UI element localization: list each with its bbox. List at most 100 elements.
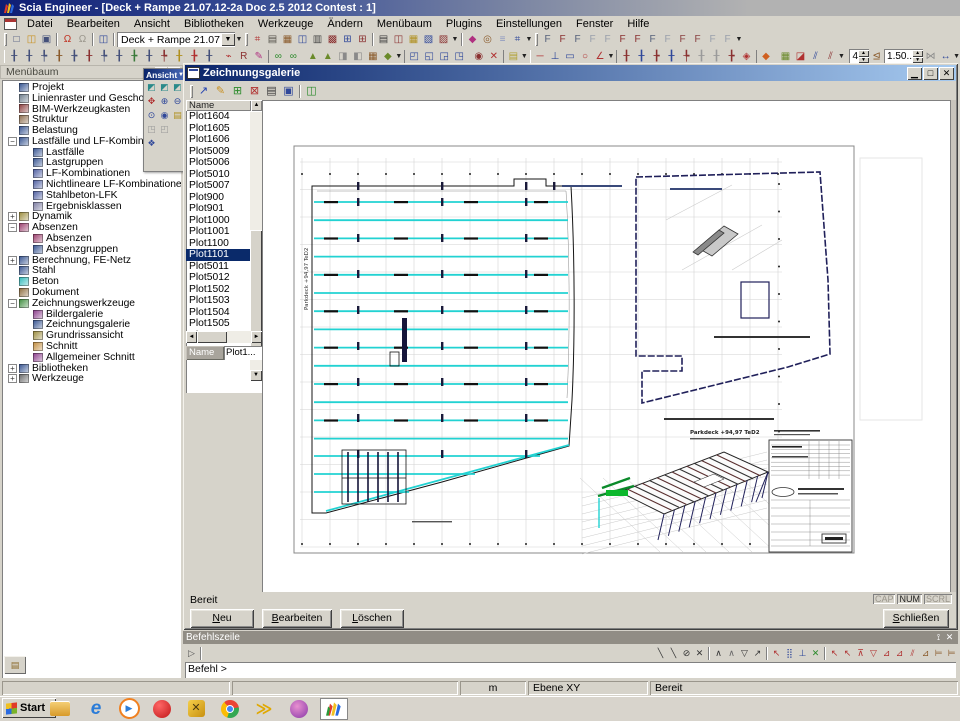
menu-werkzeuge[interactable]: Werkzeuge <box>251 17 320 31</box>
plot-item-plot1605[interactable]: Plot1605 <box>186 123 251 135</box>
internet-explorer-icon[interactable]: e <box>84 698 108 719</box>
win-2-icon[interactable]: ◱ <box>422 50 437 64</box>
scale-spinner[interactable]: 1.50..▲▼ <box>884 49 923 64</box>
collapse-icon[interactable]: − <box>8 299 17 308</box>
scroll-down-icon[interactable]: ▼ <box>250 370 262 381</box>
scroll-right-icon[interactable]: ► <box>251 331 262 343</box>
plot-item-plot1001[interactable]: Plot1001 <box>186 226 251 238</box>
plot-item-plot5011[interactable]: Plot5011 <box>186 261 251 273</box>
gallery-title-bar[interactable]: Zeichnungsgalerie ▁ □ ✕ <box>185 65 956 81</box>
dim-2-icon[interactable]: ↔ <box>938 50 953 64</box>
drawing-preview[interactable]: Parkdeck +94,97 TeD2Parkdeck +94,97 TeD2 <box>262 100 950 592</box>
snap-circle-icon[interactable]: ⊘ <box>680 647 693 660</box>
gen-1-icon[interactable]: ▲ <box>305 50 320 64</box>
load-point-icon[interactable]: R <box>236 50 251 64</box>
snap-table2-icon[interactable]: ⊨ <box>945 647 958 660</box>
tree-item-libraries[interactable]: +Bibliotheken <box>2 363 181 374</box>
dropdown-caret-icon[interactable]: ▼ <box>735 33 743 47</box>
plot-item-plot5010[interactable]: Plot5010 <box>186 169 251 181</box>
node-7-icon[interactable]: ╂ <box>709 50 724 64</box>
chrome-icon[interactable] <box>218 698 242 719</box>
tree-item-general-section[interactable]: Allgemeiner Schnitt <box>2 352 181 363</box>
scroll-left-icon[interactable]: ◄ <box>186 331 197 343</box>
gen-4-icon[interactable]: ◧ <box>350 50 365 64</box>
snap-line2-icon[interactable]: ╲ <box>667 647 680 660</box>
net-icon[interactable]: ▩ <box>325 33 340 47</box>
view-F5-icon[interactable]: F <box>600 33 615 47</box>
link-1-icon[interactable]: ∞ <box>271 50 286 64</box>
scia-engineer-active-icon[interactable] <box>320 698 348 720</box>
view-F12-icon[interactable]: F <box>705 33 720 47</box>
link-2-icon[interactable]: ∞ <box>286 50 301 64</box>
member-1-icon[interactable]: ╂ <box>7 50 22 64</box>
expand-icon[interactable]: + <box>8 364 17 373</box>
window-new-icon[interactable]: ⊞ <box>340 33 355 47</box>
member-6-icon[interactable]: ╂ <box>82 50 97 64</box>
explorer-folder-icon[interactable] <box>48 698 72 719</box>
view-F4-icon[interactable]: F <box>585 33 600 47</box>
tree-item-steel[interactable]: Stahl <box>2 266 181 277</box>
delete-plot-icon[interactable]: ⊠ <box>246 84 263 99</box>
snap-grid-icon[interactable]: ⣿ <box>783 647 796 660</box>
new-document-icon[interactable]: □ <box>9 33 24 47</box>
menu-hilfe[interactable]: Hilfe <box>620 17 656 31</box>
plot-item-plot1604[interactable]: Plot1604 <box>186 111 251 123</box>
print-plot-icon[interactable]: ▤ <box>263 84 280 99</box>
close-project-icon[interactable]: ◫ <box>96 33 111 47</box>
collapse-icon[interactable]: − <box>8 223 17 232</box>
plot-item-plot5012[interactable]: Plot5012 <box>186 272 251 284</box>
kmplayer-icon[interactable] <box>150 698 174 719</box>
snap-ext-icon[interactable]: ⊿ <box>919 647 932 660</box>
snap-cen-icon[interactable]: ⊿ <box>893 647 906 660</box>
gen-6-icon[interactable]: ◆ <box>380 50 395 64</box>
list-tool-icon[interactable]: ≡ <box>495 33 510 47</box>
pin-icon[interactable]: ⟟ <box>933 632 944 643</box>
member-13-icon[interactable]: ╊ <box>187 50 202 64</box>
tree-item-concrete[interactable]: Beton <box>2 276 181 287</box>
node-5-icon[interactable]: ╄ <box>679 50 694 64</box>
plot-item-plot901[interactable]: Plot901 <box>186 203 251 215</box>
menu-ansicht[interactable]: Ansicht <box>127 17 177 31</box>
snap-near-icon[interactable]: ↖ <box>841 647 854 660</box>
box-3d-icon[interactable]: ▦ <box>280 33 295 47</box>
preview-vscrollbar[interactable] <box>950 100 956 592</box>
gen-2-icon[interactable]: ▲ <box>320 50 335 64</box>
snap-arrow-icon[interactable]: ↗ <box>751 647 764 660</box>
wizard-arrow-icon[interactable]: ↗ <box>195 84 212 99</box>
view-top-icon[interactable]: ◩ <box>158 81 171 94</box>
menu-bibliotheken[interactable]: Bibliotheken <box>177 17 251 31</box>
view-F3-icon[interactable]: F <box>570 33 585 47</box>
axis-icon[interactable]: ✥ <box>145 95 158 108</box>
status-unit[interactable]: m <box>460 681 526 695</box>
grid-tool-icon[interactable]: ⌗ <box>510 33 525 47</box>
plot-item-plot1101[interactable]: Plot1101 <box>186 249 251 261</box>
tree-item-document[interactable]: Dokument <box>2 287 181 298</box>
plot-item-plot900[interactable]: Plot900 <box>186 192 251 204</box>
save-icon[interactable]: ▣ <box>39 33 54 47</box>
pick-cursor-icon[interactable]: ▷ <box>185 647 198 660</box>
plot-list-header[interactable]: Name <box>186 100 251 111</box>
save-plot-icon[interactable]: ▣ <box>280 84 297 99</box>
perp-icon[interactable]: ⊥ <box>548 50 563 64</box>
snap-cursor-icon[interactable]: ↖ <box>770 647 783 660</box>
snap-int-icon[interactable]: ⊼ <box>854 647 867 660</box>
node-6-icon[interactable]: ╂ <box>694 50 709 64</box>
node-9-icon[interactable]: ◈ <box>739 50 754 64</box>
member-8-icon[interactable]: ╂ <box>112 50 127 64</box>
tree-item-nonlinear-combinations[interactable]: Nichtlineare LF-Kombinationen <box>2 179 181 190</box>
plot-item-plot1505[interactable]: Plot1505 <box>186 318 251 330</box>
layers-icon[interactable]: ▤ <box>265 33 280 47</box>
menu-einstellungen[interactable]: Einstellungen <box>489 17 569 31</box>
snap-cross-icon[interactable]: ✕ <box>693 647 706 660</box>
dropdown-caret-icon[interactable]: ▼ <box>608 50 615 64</box>
folder-tool-icon[interactable]: ▤ <box>506 50 521 64</box>
ansicht-toolbar-title[interactable]: Ansicht ▼ <box>144 69 186 80</box>
snap-tri-icon[interactable]: ▽ <box>738 647 751 660</box>
tree-item-section[interactable]: Schnitt <box>2 341 181 352</box>
maximize-icon[interactable]: □ <box>923 67 938 80</box>
member-12-icon[interactable]: ╂ <box>172 50 187 64</box>
tree-item-drawing-tools[interactable]: −Zeichnungswerkzeuge <box>2 298 181 309</box>
snap-table-icon[interactable]: ⊨ <box>932 647 945 660</box>
utility-gold-icon[interactable]: ✕ <box>184 698 208 719</box>
circle-tool-icon[interactable]: ○ <box>578 50 593 64</box>
